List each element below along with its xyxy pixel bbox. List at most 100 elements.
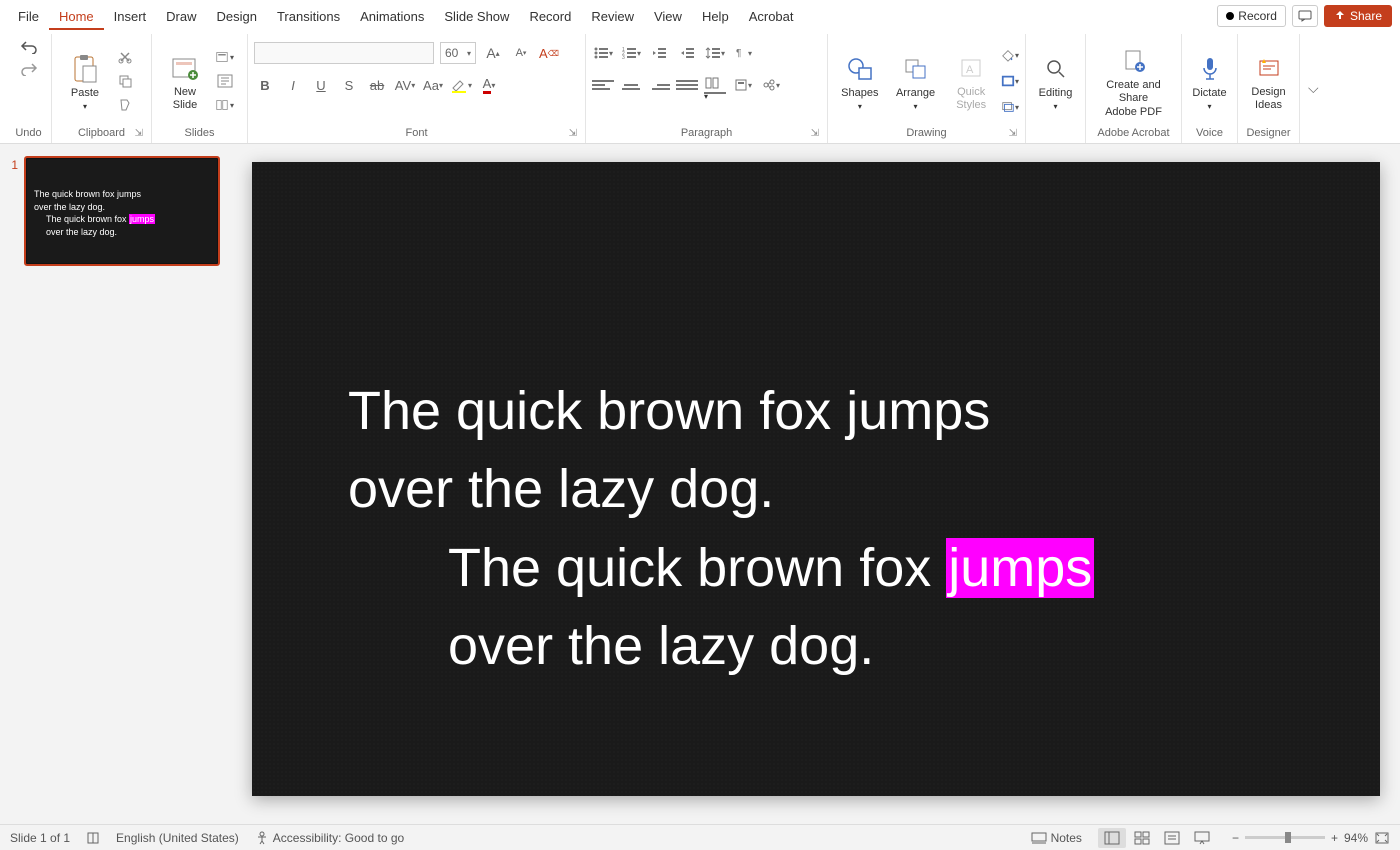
change-case-button[interactable]: Aa▾	[422, 74, 444, 96]
bullets-button[interactable]: ▾	[592, 42, 614, 64]
font-launcher[interactable]: ⇲	[569, 128, 577, 139]
menu-design[interactable]: Design	[207, 3, 267, 30]
smartart-button[interactable]: ▾	[760, 74, 782, 96]
group-drawing-label: Drawing⇲	[834, 124, 1019, 143]
font-color-button[interactable]: A▾	[478, 74, 500, 96]
underline-button[interactable]: U	[310, 74, 332, 96]
zoom-out-button[interactable]: −	[1232, 831, 1239, 845]
text-direction-button[interactable]: ¶▾	[732, 42, 754, 64]
thumbnail-panel[interactable]: 1 The quick brown fox jumps over the laz…	[0, 144, 232, 824]
decrease-indent-button[interactable]	[648, 42, 670, 64]
menu-home[interactable]: Home	[49, 3, 104, 30]
design-ideas-label: Design Ideas	[1251, 86, 1285, 112]
section-button[interactable]: ▾	[216, 96, 234, 114]
copy-button[interactable]	[116, 72, 134, 90]
drawing-launcher[interactable]: ⇲	[1009, 128, 1017, 139]
redo-button[interactable]	[20, 60, 38, 78]
slide-canvas-area[interactable]: The quick brown fox jumps over the lazy …	[232, 144, 1400, 824]
increase-indent-button[interactable]	[676, 42, 698, 64]
menu-review[interactable]: Review	[581, 3, 644, 30]
menu-insert[interactable]: Insert	[104, 3, 157, 30]
ribbon: Undo Paste ▾ Clipboard⇲ New Slide ▾	[0, 32, 1400, 144]
arrange-button[interactable]: Arrange▾	[890, 51, 942, 112]
reset-button[interactable]	[216, 72, 234, 90]
slideshow-view-button[interactable]	[1188, 828, 1216, 848]
menu-draw[interactable]: Draw	[156, 3, 206, 30]
paste-button[interactable]: Paste ▾	[58, 51, 112, 112]
new-slide-button[interactable]: New Slide	[158, 50, 212, 112]
align-right-button[interactable]	[648, 75, 670, 95]
share-button[interactable]: Share	[1324, 5, 1392, 27]
align-center-button[interactable]	[620, 75, 642, 95]
shape-outline-button[interactable]: ▾	[1001, 72, 1019, 90]
menu-record[interactable]: Record	[519, 3, 581, 30]
fit-to-window-button[interactable]	[1374, 831, 1390, 845]
highlighter-icon	[450, 76, 468, 94]
slide-canvas[interactable]: The quick brown fox jumps over the lazy …	[252, 162, 1380, 796]
menu-slideshow[interactable]: Slide Show	[434, 3, 519, 30]
bold-button[interactable]: B	[254, 74, 276, 96]
numbering-button[interactable]: 123▾	[620, 42, 642, 64]
editing-button[interactable]: Editing▾	[1032, 51, 1079, 112]
shape-fill-button[interactable]: ▾	[1001, 46, 1019, 64]
layout-button[interactable]: ▾	[216, 48, 234, 66]
slide-textbox[interactable]: The quick brown fox jumps over the lazy …	[348, 372, 1320, 685]
shape-effects-button[interactable]: ▾	[1001, 98, 1019, 116]
align-text-button[interactable]: ▾	[732, 74, 754, 96]
italic-button[interactable]: I	[282, 74, 304, 96]
decrease-font-button[interactable]: A▾	[510, 42, 532, 64]
cut-button[interactable]	[116, 48, 134, 66]
create-pdf-button[interactable]: Create and Share Adobe PDF	[1092, 43, 1175, 119]
font-family-combo[interactable]	[254, 42, 434, 64]
notes-button[interactable]: Notes	[1031, 831, 1082, 845]
zoom-slider[interactable]	[1245, 836, 1325, 839]
notes-icon	[1031, 832, 1047, 844]
clear-format-button[interactable]: A⌫	[538, 42, 560, 64]
char-spacing-button[interactable]: AV▾	[394, 74, 416, 96]
quick-styles-button[interactable]: A Quick Styles	[945, 50, 997, 112]
format-painter-button[interactable]	[116, 96, 134, 114]
mic-icon	[1194, 53, 1226, 85]
comment-icon	[1298, 10, 1312, 22]
slide-thumbnail-1[interactable]: The quick brown fox jumps over the lazy …	[24, 156, 220, 266]
design-ideas-button[interactable]: Design Ideas	[1244, 50, 1293, 112]
thumb-line1: The quick brown fox jumps	[34, 189, 141, 199]
dictate-button[interactable]: Dictate▾	[1188, 51, 1231, 112]
slide-p2-highlight: jumps	[946, 538, 1094, 598]
menu-animations[interactable]: Animations	[350, 3, 434, 30]
font-size-combo[interactable]: 60▾	[440, 42, 476, 64]
menu-file[interactable]: File	[8, 3, 49, 30]
design-ideas-icon	[1253, 52, 1285, 84]
zoom-in-button[interactable]: +	[1331, 831, 1338, 845]
normal-view-button[interactable]	[1098, 828, 1126, 848]
status-accessibility-label: Accessibility: Good to go	[273, 831, 404, 845]
record-button[interactable]: Record	[1217, 5, 1286, 27]
paragraph-launcher[interactable]: ⇲	[811, 128, 819, 139]
undo-button[interactable]	[20, 38, 38, 56]
zoom-value[interactable]: 94%	[1344, 831, 1368, 845]
menu-help[interactable]: Help	[692, 3, 739, 30]
menu-acrobat[interactable]: Acrobat	[739, 3, 804, 30]
zoom-slider-thumb[interactable]	[1285, 832, 1291, 843]
group-acrobat-label: Adobe Acrobat	[1092, 124, 1175, 143]
increase-font-button[interactable]: A▴	[482, 42, 504, 64]
comments-button[interactable]	[1292, 5, 1318, 27]
align-left-button[interactable]	[592, 75, 614, 95]
shadow-button[interactable]: S	[338, 74, 360, 96]
status-language[interactable]: English (United States)	[116, 831, 239, 845]
shapes-button[interactable]: Shapes▾	[834, 51, 886, 112]
line-spacing-button[interactable]: ▾	[704, 42, 726, 64]
columns-button[interactable]: ▾	[704, 75, 726, 95]
clipboard-launcher[interactable]: ⇲	[135, 128, 143, 139]
justify-button[interactable]	[676, 75, 698, 95]
sorter-view-button[interactable]	[1128, 828, 1156, 848]
reading-view-button[interactable]	[1158, 828, 1186, 848]
menu-transitions[interactable]: Transitions	[267, 3, 350, 30]
strike-button[interactable]: ab	[366, 74, 388, 96]
menu-view[interactable]: View	[644, 3, 692, 30]
ribbon-collapse-button[interactable]: ⌵	[1300, 80, 1327, 97]
status-accessibility[interactable]: Accessibility: Good to go	[255, 831, 404, 845]
highlight-color-button[interactable]: ▾	[450, 74, 472, 96]
status-spellcheck[interactable]	[86, 831, 100, 845]
pdf-icon	[1118, 45, 1150, 77]
